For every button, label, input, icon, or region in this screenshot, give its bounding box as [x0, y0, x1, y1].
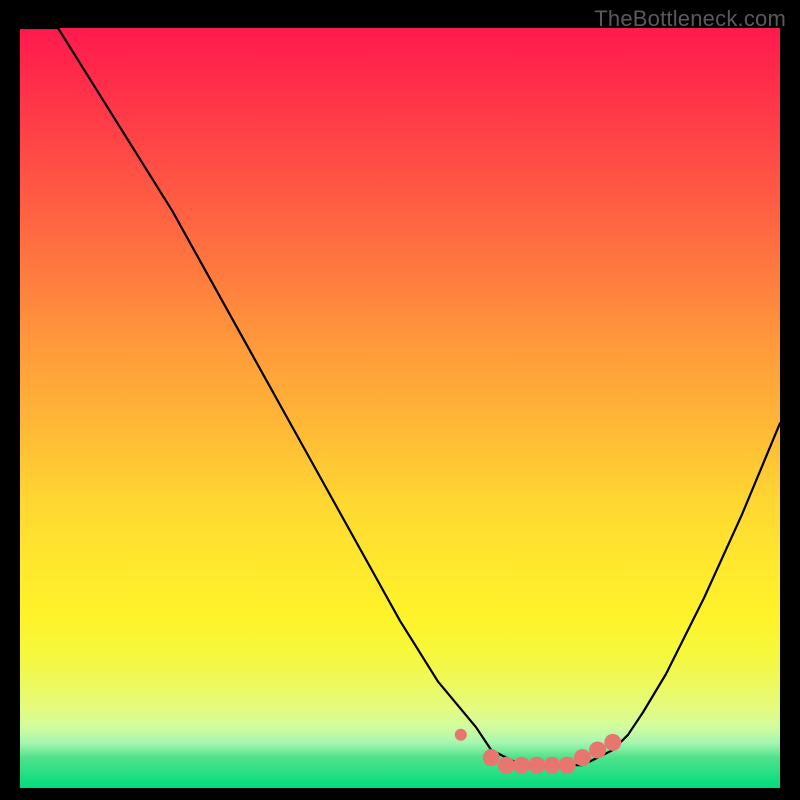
highlight-point [604, 734, 621, 751]
highlight-markers [20, 28, 780, 788]
highlight-point [574, 749, 591, 766]
highlight-point [589, 742, 606, 759]
highlight-point [528, 757, 545, 774]
highlight-point [513, 757, 530, 774]
highlight-point [455, 729, 467, 741]
highlight-point [544, 757, 561, 774]
highlight-point [483, 749, 500, 766]
highlight-point [559, 757, 576, 774]
watermark-text: TheBottleneck.com [594, 6, 786, 32]
highlight-point [498, 757, 515, 774]
plot-area [20, 28, 780, 788]
